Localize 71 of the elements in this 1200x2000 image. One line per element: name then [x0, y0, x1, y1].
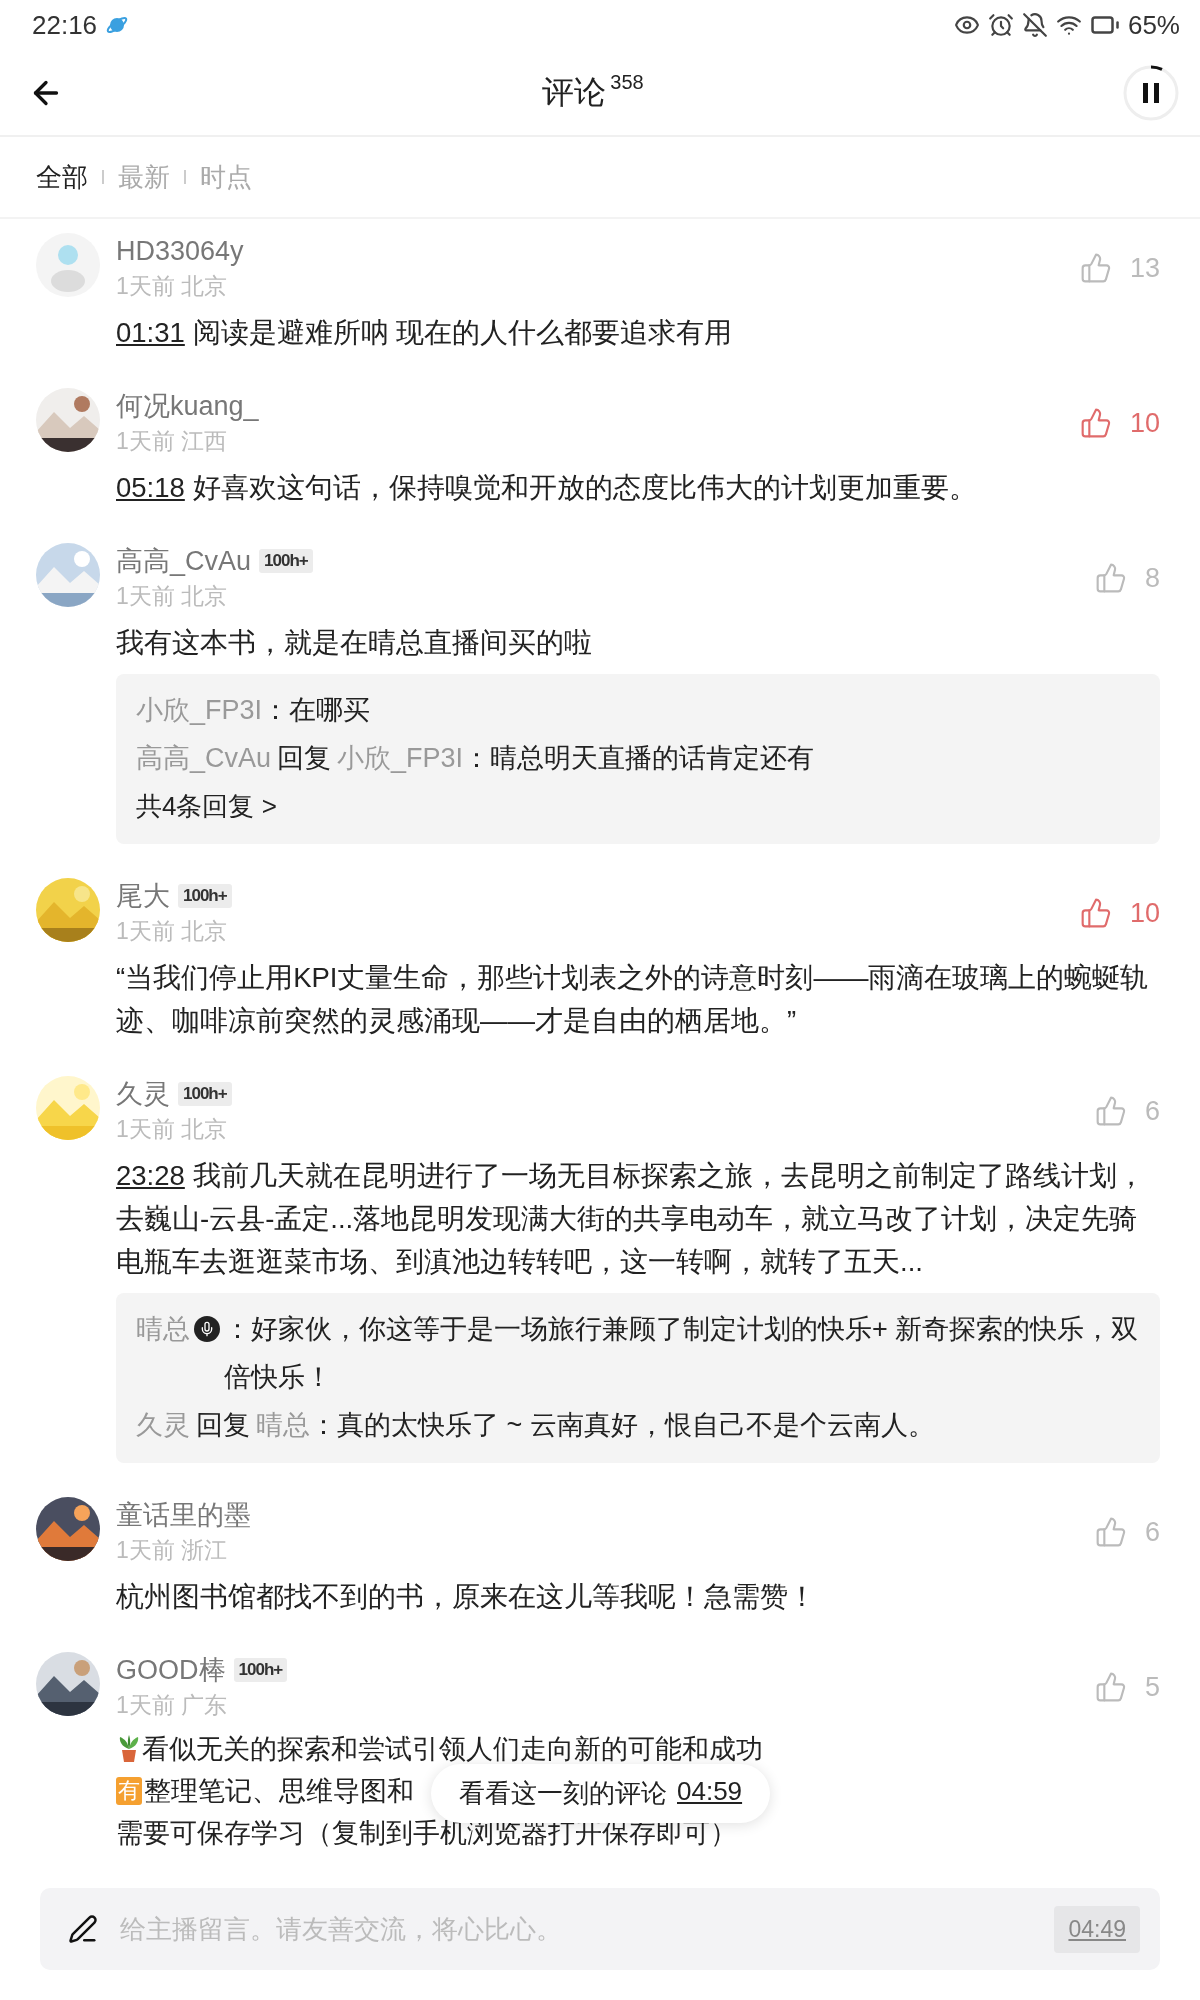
filter-tab[interactable]: 时点: [200, 159, 252, 195]
comment-meta: 1天前 北京: [116, 917, 229, 946]
comment-text: 23:28 我前几天就在昆明进行了一场无目标探索之旅，去昆明之前制定了路线计划，去巍山-云县-孟定...落地昆明发现满大街的共享电动车，就立马改了计划，决定先骑电瓶车去逛逛菜市场、到滇池边转转吧，这一转啊，就转了五天...: [116, 1159, 1146, 1279]
comment-text: 整理笔记、思维导图和: [144, 1775, 414, 1808]
comment-meta: 1天前 北京: [116, 1115, 229, 1144]
filter-tab[interactable]: 全部: [36, 159, 88, 195]
thumbs-up-icon: [1079, 252, 1112, 284]
comment-text: 看似无关的探索和尝试引领人们走向新的可能和成功: [142, 1733, 763, 1766]
reply-author[interactable]: 久灵: [136, 1401, 190, 1449]
level-badge: 100h+: [178, 1082, 232, 1106]
like-button[interactable]: 6: [1094, 1516, 1160, 1548]
comment-text: 01:31 阅读是避难所呐 现在的人什么都要追求有用: [116, 316, 734, 350]
reply-author[interactable]: 高高_CvAu: [136, 734, 272, 782]
thumbs-up-icon: [1094, 1516, 1127, 1548]
comment-text: 杭州图书馆都找不到的书，原来在这儿等我呢！急需赞！: [116, 1580, 817, 1614]
like-button[interactable]: 5: [1094, 1671, 1160, 1703]
comment-count: 358: [610, 70, 644, 94]
edit-icon: [68, 1914, 98, 1944]
emoji-character: 有: [116, 1777, 142, 1805]
comment-meta: 1天前 北京: [116, 272, 229, 301]
comment-meta: 1天前 浙江: [116, 1536, 229, 1565]
thumbs-up-icon: [1094, 562, 1127, 594]
reply-label: 回复: [277, 742, 332, 775]
user-name[interactable]: 高高_CvAu: [116, 543, 252, 579]
comment-meta: 1天前 江西: [116, 427, 229, 456]
like-button[interactable]: 6: [1094, 1095, 1160, 1127]
user-name[interactable]: 何况kuang_: [116, 388, 259, 424]
alarm-icon: [987, 12, 1014, 38]
timestamp-link[interactable]: 23:28: [116, 1160, 185, 1191]
time-chip[interactable]: 04:49: [1054, 1905, 1140, 1953]
user-name[interactable]: 久灵: [116, 1076, 170, 1112]
comment-text: 我有这本书，就是在晴总直播间买的啦: [116, 626, 593, 660]
reply-text: ：晴总明天直播的话肯定还有: [463, 742, 816, 775]
reply-author[interactable]: 小欣_FP3I: [337, 734, 464, 782]
level-badge: 100h+: [259, 549, 313, 573]
thumbs-up-icon: [1079, 407, 1112, 439]
timestamp-link[interactable]: 01:31: [116, 317, 185, 348]
like-button[interactable]: 8: [1094, 562, 1160, 594]
user-name[interactable]: HD33064y: [116, 235, 244, 267]
reply-author[interactable]: 小欣_FP3I: [136, 686, 263, 734]
bell-off-icon: [1021, 12, 1048, 38]
user-name[interactable]: 尾大: [116, 878, 170, 914]
level-badge: 100h+: [178, 884, 232, 908]
page-title: 评论: [542, 72, 607, 112]
timestamp-link[interactable]: 05:18: [116, 472, 185, 503]
like-button[interactable]: 10: [1079, 407, 1160, 439]
thumbs-up-icon: [1079, 897, 1112, 929]
avatar-icon: [36, 233, 100, 297]
user-name[interactable]: 童话里的墨: [116, 1497, 251, 1533]
comment-meta: 1天前 广东: [116, 1691, 229, 1720]
reply-author[interactable]: 晴总: [136, 1305, 190, 1353]
level-badge: 100h+: [233, 1658, 288, 1682]
comment-text: “当我们停止用KPI丈量生命，那些计划表之外的诗意时刻——雨滴在玻璃上的蜿蜒轨迹、咖啡凉前突然的灵感涌现——才是自由的栖居地。”: [116, 961, 1150, 1038]
comment-input-bar[interactable]: 给主播留言。请友善交流，将心比心。 04:49: [40, 1888, 1160, 1970]
reply-text: ：好家伙，你这等于是一场旅行兼顾了制定计划的快乐+ 新奇探索的快乐，双倍快乐！: [224, 1313, 1140, 1394]
thumbs-up-icon: [1094, 1095, 1127, 1127]
user-name[interactable]: GOOD棒: [116, 1652, 226, 1688]
comment-text: 05:18 好喜欢这句话，保持嗅觉和开放的态度比伟大的计划更加重要。: [116, 471, 978, 505]
filter-tab[interactable]: 最新: [118, 159, 170, 195]
more-replies-link[interactable]: 共4条回复 >: [136, 782, 1140, 830]
battery-level: 65%: [1127, 9, 1180, 41]
reply-text: ：在哪买: [262, 694, 372, 727]
reply-label: 回复: [196, 1409, 250, 1442]
status-time: 22:16: [32, 9, 98, 41]
like-button[interactable]: 13: [1079, 252, 1160, 284]
like-button[interactable]: 10: [1079, 897, 1160, 929]
reply-text: ：真的太快乐了 ~ 云南真好，恨自己不是个云南人。: [310, 1409, 936, 1442]
pause-button[interactable]: [1122, 63, 1180, 122]
comment-meta: 1天前 北京: [116, 582, 229, 611]
reply-author[interactable]: 晴总: [256, 1401, 310, 1449]
thumbs-up-icon: [1094, 1671, 1127, 1703]
